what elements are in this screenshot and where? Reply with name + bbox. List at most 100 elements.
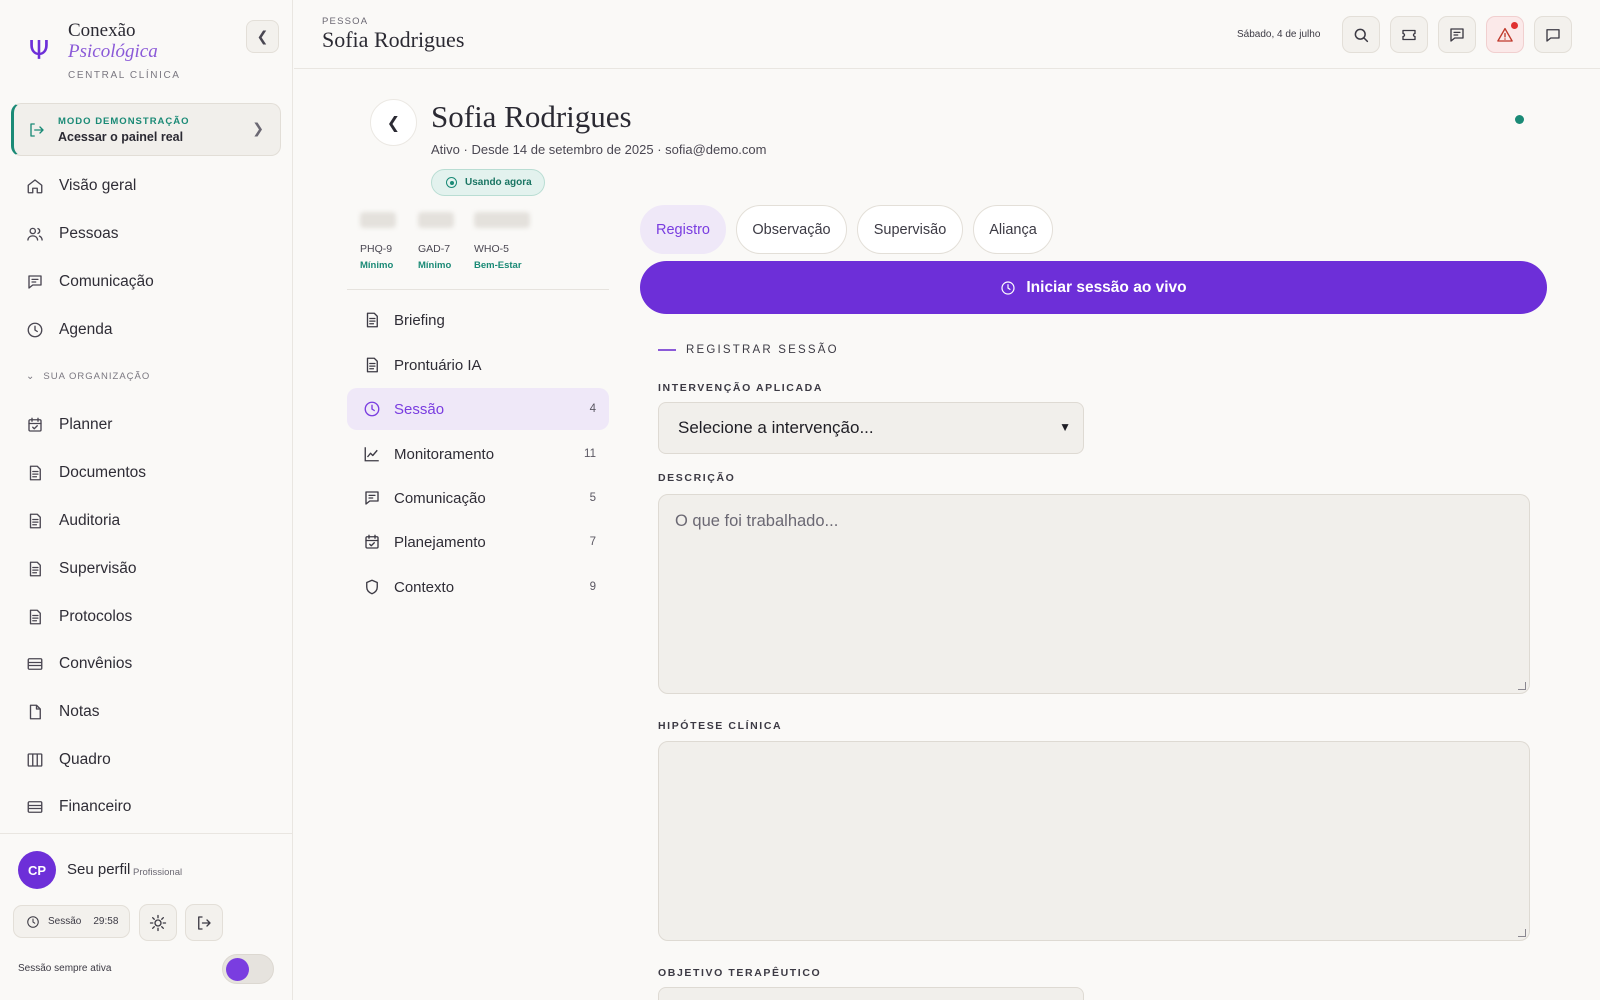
tab-alianca[interactable]: Aliança bbox=[973, 205, 1053, 254]
session-timer[interactable]: Sessão 29:58 bbox=[13, 905, 130, 938]
description-label: DESCRIÇÃO bbox=[658, 472, 736, 484]
sidebar-item-auditoria[interactable]: Auditoria bbox=[26, 509, 120, 533]
demo-mode-card[interactable]: MODO DEMONSTRAÇÃO Acessar o painel real … bbox=[11, 103, 281, 156]
sidebar-item-label: Agenda bbox=[59, 321, 113, 338]
chevron-left-icon: ❮ bbox=[386, 114, 401, 132]
score-level: Mínimo bbox=[418, 260, 452, 271]
sidebar-item-financeiro[interactable]: Financeiro bbox=[26, 795, 131, 819]
brand-name-line1: Conexão bbox=[68, 20, 136, 41]
ticket-button[interactable] bbox=[1390, 16, 1428, 53]
message-icon bbox=[363, 489, 381, 507]
alerts-button[interactable] bbox=[1486, 16, 1524, 53]
sidebar-item-pessoas[interactable]: Pessoas bbox=[26, 222, 118, 246]
tab-registro[interactable]: Registro bbox=[640, 205, 726, 254]
ticket-icon bbox=[1400, 26, 1418, 44]
sidebar-item-visao-geral[interactable]: Visão geral bbox=[26, 174, 136, 198]
chevron-right-icon: ❯ bbox=[252, 120, 264, 136]
tab-supervisao[interactable]: Supervisão bbox=[857, 205, 963, 254]
back-button[interactable]: ❮ bbox=[370, 99, 417, 146]
organization-section-label: SUA ORGANIZAÇÃO bbox=[43, 371, 151, 382]
users-icon bbox=[26, 225, 44, 243]
score-level: Bem-Estar bbox=[474, 260, 522, 271]
sidebar-item-label: Auditoria bbox=[59, 512, 121, 529]
description-textarea[interactable]: O que foi trabalhado... bbox=[658, 494, 1530, 694]
status-badge-label: Usando agora bbox=[465, 177, 532, 188]
menu-item-comunicacao[interactable]: Comunicação 5 bbox=[347, 477, 609, 519]
brand-tagline: CENTRAL CLÍNICA bbox=[68, 70, 181, 81]
sidebar-item-supervisao[interactable]: Supervisão bbox=[26, 557, 137, 581]
menu-item-planejamento[interactable]: Planejamento 7 bbox=[347, 521, 609, 563]
online-status-dot bbox=[1515, 115, 1524, 124]
menu-item-label: Comunicação bbox=[394, 489, 486, 507]
sidebar-item-comunicacao[interactable]: Comunicação bbox=[26, 270, 154, 294]
menu-item-contexto[interactable]: Contexto 9 bbox=[347, 566, 609, 608]
sidebar-footer: CP Seu perfil Profissional Sessão 29:58 … bbox=[0, 833, 293, 1000]
sidebar-item-notas[interactable]: Notas bbox=[26, 700, 100, 724]
chevron-down-icon: ⌄ bbox=[26, 371, 36, 382]
sidebar-item-quadro[interactable]: Quadro bbox=[26, 748, 111, 772]
header-date: Sábado, 4 de julho bbox=[1237, 29, 1321, 40]
person-name: Sofia Rodrigues bbox=[431, 99, 632, 134]
start-live-session-label: Iniciar sessão ao vivo bbox=[1026, 278, 1187, 296]
organization-section-toggle[interactable]: ⌄ SUA ORGANIZAÇÃO bbox=[26, 371, 150, 382]
document-icon bbox=[363, 311, 381, 329]
score-value-hidden bbox=[360, 212, 396, 228]
search-icon bbox=[1352, 26, 1370, 44]
demo-title: Acessar o painel real bbox=[58, 129, 184, 144]
clock-icon bbox=[26, 321, 44, 339]
logout-button[interactable] bbox=[185, 904, 223, 941]
score-who5[interactable]: WHO-5 Bem-Estar bbox=[474, 212, 530, 271]
score-value-hidden bbox=[418, 212, 454, 228]
score-gad7[interactable]: GAD-7 Mínimo bbox=[418, 212, 454, 271]
sidebar-item-agenda[interactable]: Agenda bbox=[26, 318, 112, 342]
score-level: Mínimo bbox=[360, 260, 394, 271]
document-icon bbox=[26, 464, 44, 482]
notification-dot bbox=[1511, 22, 1518, 29]
sidebar-item-label: Financeiro bbox=[59, 798, 132, 815]
sidebar-item-label: Convênios bbox=[59, 655, 133, 672]
menu-item-prontuario-ia[interactable]: Prontuário IA bbox=[347, 344, 609, 386]
intervention-select[interactable]: Selecione a intervenção... ▼ bbox=[658, 402, 1084, 454]
header-kicker: PESSOA bbox=[322, 16, 369, 27]
psi-icon: Ψ bbox=[28, 36, 50, 66]
score-name: PHQ-9 bbox=[360, 243, 393, 255]
chat-button[interactable] bbox=[1534, 16, 1572, 53]
person-meta: Ativo · Desde 14 de setembro de 2025 · s… bbox=[431, 142, 767, 157]
messages-button[interactable] bbox=[1438, 16, 1476, 53]
menu-item-count: 4 bbox=[589, 403, 596, 415]
sidebar-item-documentos[interactable]: Documentos bbox=[26, 461, 146, 485]
brand-logo[interactable]: Ψ Conexão Psicológica CENTRAL CLÍNICA bbox=[26, 20, 181, 81]
intervention-select-value: Selecione a intervenção... bbox=[678, 418, 874, 437]
sidebar-item-protocolos[interactable]: Protocolos bbox=[26, 605, 132, 629]
objective-input[interactable] bbox=[658, 987, 1084, 1000]
demo-kicker: MODO DEMONSTRAÇÃO bbox=[58, 115, 190, 127]
start-live-session-button[interactable]: Iniciar sessão ao vivo bbox=[640, 261, 1547, 314]
page-title: Sofia Rodrigues bbox=[322, 27, 465, 52]
menu-item-sessao[interactable]: Sessão 4 bbox=[347, 388, 609, 430]
menu-item-briefing[interactable]: Briefing bbox=[347, 299, 609, 341]
score-phq9[interactable]: PHQ-9 Mínimo bbox=[360, 212, 396, 271]
chart-line-icon bbox=[363, 445, 381, 463]
sidebar-item-label: Documentos bbox=[59, 464, 147, 481]
file-icon bbox=[26, 703, 44, 721]
status-badge: Usando agora bbox=[431, 169, 545, 196]
avatar[interactable]: CP bbox=[18, 851, 56, 889]
menu-item-monitoramento[interactable]: Monitoramento 11 bbox=[347, 433, 609, 475]
theme-toggle-button[interactable] bbox=[139, 904, 177, 941]
profile-name[interactable]: Seu perfil bbox=[67, 861, 130, 878]
always-active-toggle[interactable] bbox=[222, 954, 274, 984]
sun-icon bbox=[149, 914, 167, 932]
sidebar-item-label: Quadro bbox=[59, 751, 111, 768]
sidebar-item-planner[interactable]: Planner bbox=[26, 413, 112, 437]
columns-icon bbox=[26, 751, 44, 769]
resize-handle-icon[interactable] bbox=[1518, 929, 1526, 937]
collapse-sidebar-button[interactable]: ❮ bbox=[246, 20, 279, 53]
search-button[interactable] bbox=[1342, 16, 1380, 53]
radio-dot-icon bbox=[446, 177, 457, 188]
resize-handle-icon[interactable] bbox=[1518, 682, 1526, 690]
hypothesis-textarea[interactable] bbox=[658, 741, 1530, 941]
objective-label: OBJETIVO TERAPÊUTICO bbox=[658, 967, 822, 979]
sidebar-item-convenios[interactable]: Convênios bbox=[26, 652, 132, 676]
logout-icon bbox=[195, 914, 213, 932]
tab-observacao[interactable]: Observação bbox=[736, 205, 847, 254]
